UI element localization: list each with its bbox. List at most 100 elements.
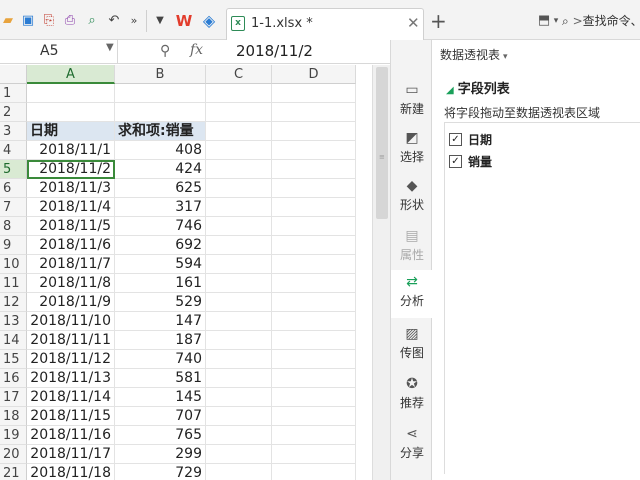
undo-icon[interactable]: ↶ — [106, 13, 122, 29]
cell-a[interactable]: 2018/11/16 — [27, 426, 115, 445]
cell-a[interactable]: 2018/11/15 — [27, 407, 115, 426]
row-number[interactable]: 4 — [0, 141, 27, 160]
cell-a[interactable]: 2018/11/14 — [27, 388, 115, 407]
cell-d[interactable] — [272, 255, 356, 274]
side-tool-upload-image[interactable]: ▨ 传图 — [391, 322, 433, 370]
cell-d[interactable] — [272, 445, 356, 464]
cell-b[interactable]: 424 — [115, 160, 206, 179]
cell-b[interactable]: 707 — [115, 407, 206, 426]
row-number[interactable]: 10 — [0, 255, 27, 274]
row-number[interactable]: 6 — [0, 179, 27, 198]
cell-a[interactable]: 2018/11/17 — [27, 445, 115, 464]
cell-a[interactable]: 2018/11/5 — [27, 217, 115, 236]
cell-d[interactable] — [272, 217, 356, 236]
cell-d[interactable] — [272, 464, 356, 480]
cell-b[interactable]: 692 — [115, 236, 206, 255]
cell-b[interactable]: 145 — [115, 388, 206, 407]
cell-b[interactable]: 625 — [115, 179, 206, 198]
row-number[interactable]: 1 — [0, 84, 27, 103]
cell-b[interactable]: 729 — [115, 464, 206, 480]
export-pdf-icon[interactable]: ⎘ — [41, 13, 57, 29]
cell-a[interactable] — [27, 103, 115, 122]
cell-a[interactable]: 2018/11/9 — [27, 293, 115, 312]
side-tool-shape[interactable]: ◆ 形状 — [391, 174, 433, 222]
cell-d[interactable] — [272, 141, 356, 160]
checkbox-checked-icon[interactable]: ✓ — [449, 155, 462, 168]
more-icon[interactable]: » — [126, 13, 142, 29]
cell-d[interactable] — [272, 426, 356, 445]
cell-c[interactable] — [206, 445, 272, 464]
cell-b[interactable]: 161 — [115, 274, 206, 293]
column-header-d[interactable]: D — [272, 65, 356, 84]
field-item-sales[interactable]: ✓ 销量 — [449, 153, 492, 170]
cell-b[interactable]: 581 — [115, 369, 206, 388]
cell-c[interactable] — [206, 103, 272, 122]
select-all-corner[interactable] — [0, 65, 27, 84]
cell-c[interactable] — [206, 198, 272, 217]
name-box[interactable]: A5 ▼ — [0, 40, 118, 63]
print-icon[interactable]: ⎙ — [62, 13, 78, 29]
cell-c[interactable] — [206, 407, 272, 426]
cell-b[interactable] — [115, 84, 206, 103]
cell-a[interactable]: 2018/11/18 — [27, 464, 115, 480]
cell-a[interactable]: 2018/11/11 — [27, 331, 115, 350]
cell-d[interactable] — [272, 160, 356, 179]
row-number[interactable]: 18 — [0, 407, 27, 426]
side-tool-new[interactable]: ▭ 新建 — [391, 78, 433, 126]
cell-d[interactable] — [272, 331, 356, 350]
row-number[interactable]: 5 — [0, 160, 27, 179]
row-number[interactable]: 12 — [0, 293, 27, 312]
cell-d[interactable] — [272, 312, 356, 331]
cell-b[interactable]: 187 — [115, 331, 206, 350]
cell-a[interactable]: 2018/11/2 — [27, 160, 115, 179]
side-tool-share[interactable]: ⋖ 分享 — [391, 422, 433, 470]
scrollbar-thumb[interactable]: ≡ — [376, 67, 388, 219]
side-tool-select[interactable]: ◩ 选择 — [391, 126, 433, 174]
cell-b[interactable]: 408 — [115, 141, 206, 160]
row-number[interactable]: 20 — [0, 445, 27, 464]
pivot-panel-title[interactable]: 数据透视表 ▾ — [440, 46, 508, 63]
cell-c[interactable] — [206, 293, 272, 312]
cell-d[interactable] — [272, 369, 356, 388]
row-number[interactable]: 3 — [0, 122, 27, 141]
close-tab-icon[interactable]: ✕ — [407, 14, 420, 32]
row-number[interactable]: 8 — [0, 217, 27, 236]
cell-b[interactable]: 746 — [115, 217, 206, 236]
spreadsheet-grid[interactable]: A B C D 1 2 3 日期 ▼ 求和项:销量 42018/11/14085… — [0, 65, 372, 480]
cell-c[interactable] — [206, 255, 272, 274]
cell-b[interactable]: 594 — [115, 255, 206, 274]
cell-c[interactable] — [206, 350, 272, 369]
chevron-down-icon[interactable]: ▼ — [106, 42, 114, 53]
cell-d[interactable] — [272, 293, 356, 312]
cell-c[interactable] — [206, 160, 272, 179]
formula-input[interactable]: 2018/11/2 — [236, 42, 313, 60]
cube-icon[interactable]: ◈ — [201, 13, 217, 29]
dropdown-icon[interactable]: ▼ — [152, 13, 168, 29]
cell-c[interactable] — [206, 388, 272, 407]
cell-c[interactable] — [206, 236, 272, 255]
cell-d[interactable] — [272, 350, 356, 369]
row-number[interactable]: 21 — [0, 464, 27, 480]
row-number[interactable]: 14 — [0, 331, 27, 350]
cell-d[interactable] — [272, 198, 356, 217]
print-preview-icon[interactable]: ⌕ — [84, 13, 100, 29]
pivot-header-date[interactable]: 日期 ▼ — [27, 122, 115, 141]
cell-a[interactable]: 2018/11/1 — [27, 141, 115, 160]
column-header-a[interactable]: A — [27, 65, 115, 84]
column-header-c[interactable]: C — [206, 65, 272, 84]
cell-c[interactable] — [206, 331, 272, 350]
cell-c[interactable] — [206, 179, 272, 198]
row-number[interactable]: 9 — [0, 236, 27, 255]
cell-a[interactable]: 2018/11/7 — [27, 255, 115, 274]
cell-a[interactable] — [27, 84, 115, 103]
column-header-b[interactable]: B — [115, 65, 206, 84]
cell-c[interactable] — [206, 312, 272, 331]
cell-d[interactable] — [272, 179, 356, 198]
cell-a[interactable]: 2018/11/8 — [27, 274, 115, 293]
cell-c[interactable] — [206, 426, 272, 445]
collapse-arrow-icon[interactable]: ◢ — [446, 85, 454, 96]
fx-icon[interactable]: fx — [190, 42, 203, 58]
command-search[interactable]: ⌕ >查找命令、 — [562, 12, 640, 29]
cell-b[interactable]: 765 — [115, 426, 206, 445]
pivot-header-sum[interactable]: 求和项:销量 — [115, 122, 206, 141]
